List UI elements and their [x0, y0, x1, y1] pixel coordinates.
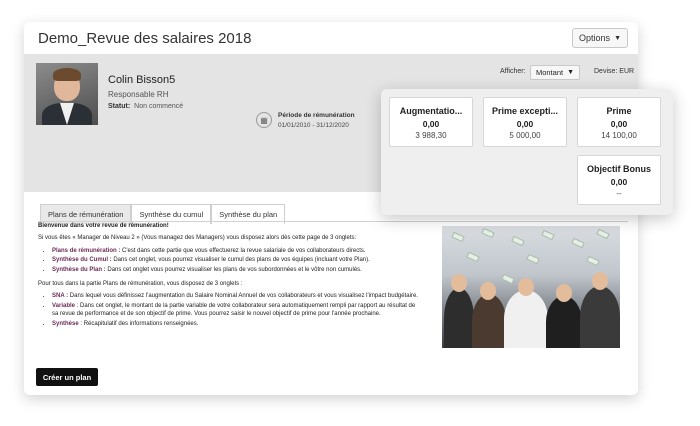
employee-role: Responsable RH: [108, 90, 169, 99]
list-item: Plans de rémunération : C'est dans cette…: [52, 247, 422, 255]
currency-label: Devise: EUR: [594, 68, 635, 75]
period-value: 01/01/2010 - 31/12/2020: [278, 122, 349, 129]
employee-name: Colin Bisson5: [108, 74, 176, 86]
chevron-down-icon: ▼: [567, 69, 575, 76]
list-term: SNA :: [52, 293, 69, 300]
kpi-value: 0,00: [610, 177, 628, 187]
chevron-down-icon: ▼: [614, 34, 621, 42]
list-text: : Récapitulatif des informations renseig…: [78, 320, 199, 327]
subtabs-description-list: SNA : Dans lequel vous définissez l'augm…: [52, 292, 422, 328]
list-item: Synthèse : Récapitulatif des information…: [52, 320, 422, 328]
kpi-title: Augmentatio...: [399, 106, 463, 116]
status-label: Statut:: [108, 103, 131, 110]
kpi-card-objectif-bonus: Objectif Bonus 0,00 --: [577, 155, 661, 205]
display-label: Afficher:: [500, 68, 526, 75]
tabs-description-list: Plans de rémunération : C'est dans cette…: [52, 247, 422, 274]
list-text: C'est dans cette partie que vous effectu…: [120, 247, 366, 254]
welcome-content: Bienvenue dans votre revue de rémunérati…: [38, 222, 422, 334]
status-value: Non commencé: [134, 103, 184, 110]
list-term: Variable: [52, 302, 76, 309]
welcome-heading: Bienvenue dans votre revue de rémunérati…: [38, 223, 169, 229]
list-item: Synthèse du Cumul : Dans cet onglet, vou…: [52, 256, 422, 264]
calendar-icon: ▦: [256, 112, 272, 128]
kpi-budget: 5 000,00: [509, 131, 541, 140]
kpi-value: 0,00: [422, 119, 440, 129]
kpi-summary-panel: Augmentatio... 0,00 3 988,30 Prime excep…: [381, 89, 673, 215]
avatar: [36, 63, 98, 125]
intro-text: Si vous êtes « Manager de Niveau 2 » (Vo…: [38, 235, 357, 242]
kpi-title: Prime excepti...: [491, 106, 559, 116]
kpi-card-augmentation: Augmentatio... 0,00 3 988,30: [389, 97, 473, 147]
page-title: Demo_Revue des salaires 2018: [38, 29, 252, 47]
kpi-title: Prime: [606, 106, 632, 116]
list-term: Synthèse du Plan :: [52, 266, 106, 273]
kpi-value: 0,00: [516, 119, 534, 129]
kpi-card-prime-exceptionnelle: Prime excepti... 0,00 5 000,00: [483, 97, 567, 147]
card-header: Demo_Revue des salaires 2018 Options ▼: [24, 22, 638, 54]
kpi-value: 0,00: [610, 119, 628, 129]
list-text: : Dans cet onglet, le montant de la part…: [52, 302, 416, 318]
list-item: Variable : Dans cet onglet, le montant d…: [52, 302, 422, 319]
list-text: Dans lequel vous définissez l'augmentati…: [68, 293, 418, 300]
list-term: Plans de rémunération :: [52, 247, 121, 254]
options-button[interactable]: Options ▼: [572, 28, 628, 48]
display-mode-select[interactable]: Montant ▼: [530, 65, 580, 80]
list-term: Synthèse: [52, 320, 79, 327]
kpi-title: Objectif Bonus: [586, 164, 651, 174]
period-label: Période de rémunération: [278, 112, 355, 119]
kpi-card-prime: Prime 0,00 14 100,00: [577, 97, 661, 147]
list-text: Dans cet onglet vous pourrez visualiser …: [105, 266, 362, 273]
display-mode-value: Montant: [535, 68, 564, 77]
options-label: Options: [579, 33, 611, 43]
employee-status: Statut: Non commencé: [108, 103, 183, 110]
kpi-budget: 14 100,00: [601, 131, 637, 140]
list-term: Synthèse du Cumul :: [52, 257, 112, 264]
celebration-photo: [442, 226, 620, 348]
intro-text-2: Pour tous dans la partie Plans de rémuné…: [38, 280, 243, 287]
list-item: Synthèse du Plan : Dans cet onglet vous …: [52, 266, 422, 274]
kpi-budget: 3 988,30: [415, 131, 447, 140]
create-plan-button[interactable]: Créer un plan: [36, 368, 98, 386]
list-item: SNA : Dans lequel vous définissez l'augm…: [52, 292, 422, 300]
list-text: Dans cet onglet, vous pourrez visualiser…: [111, 257, 370, 264]
kpi-budget: --: [616, 189, 622, 198]
